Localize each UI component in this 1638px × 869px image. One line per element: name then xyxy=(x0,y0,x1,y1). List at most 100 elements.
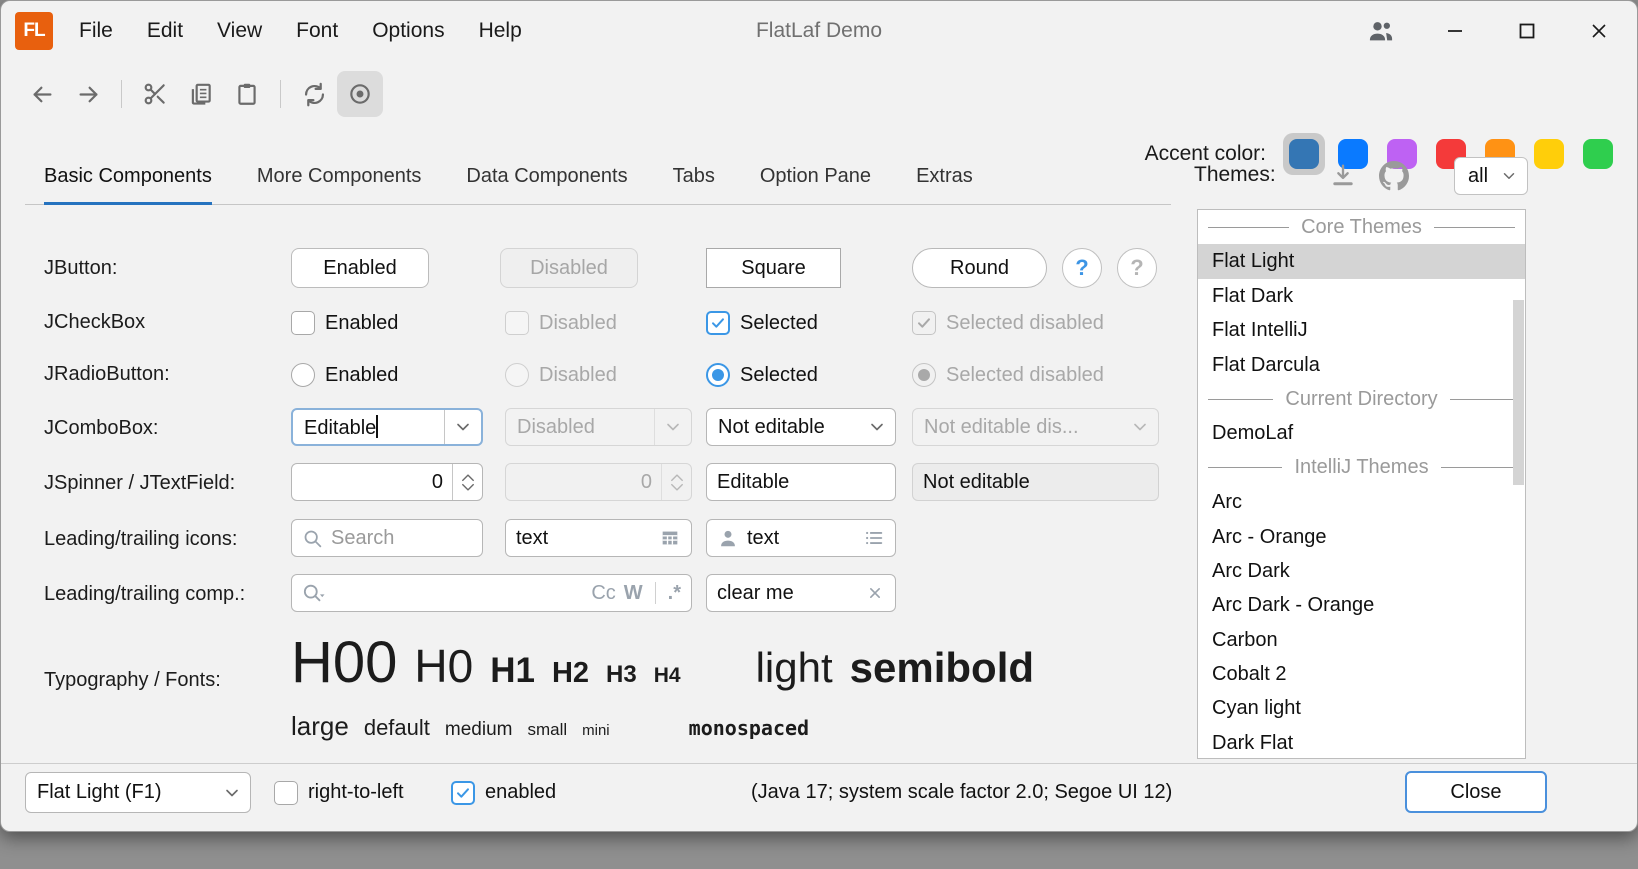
tab-extras[interactable]: Extras xyxy=(916,151,973,205)
status-text: (Java 17; system scale factor 2.0; Segoe… xyxy=(751,772,1172,813)
theme-item-arc[interactable]: Arc xyxy=(1198,485,1525,519)
checkbox-enabled[interactable]: Enabled xyxy=(291,309,398,337)
accent-swatch-green[interactable] xyxy=(1583,139,1613,169)
right-to-left-checkbox[interactable]: right-to-left xyxy=(274,772,404,813)
theme-item-flat-dark[interactable]: Flat Dark xyxy=(1198,279,1525,313)
tab-tabs[interactable]: Tabs xyxy=(673,151,715,205)
tab-basic-components[interactable]: Basic Components xyxy=(44,151,212,205)
light-weight-sample: light xyxy=(756,644,833,692)
theme-item-dark-flat[interactable]: Dark Flat xyxy=(1198,726,1525,759)
textfield-editable[interactable]: Editable xyxy=(706,463,896,501)
spinner-buttons[interactable] xyxy=(452,464,482,500)
tab-option-pane[interactable]: Option Pane xyxy=(760,151,871,205)
clearable-field[interactable]: clear me xyxy=(706,574,896,612)
laf-combobox[interactable]: Flat Light (F1) xyxy=(25,772,251,813)
paste-icon[interactable] xyxy=(224,71,270,117)
show-hover-toggle-icon[interactable] xyxy=(337,71,383,117)
match-case-toggle[interactable]: Cc xyxy=(591,582,615,605)
help-button[interactable]: ? xyxy=(1062,248,1102,288)
accent-swatch-blue-selected[interactable] xyxy=(1289,139,1319,169)
radio-icon[interactable] xyxy=(291,363,315,387)
radio-label: Selected xyxy=(740,364,818,387)
square-button[interactable]: Square xyxy=(706,248,841,288)
theme-item-cobalt-2[interactable]: Cobalt 2 xyxy=(1198,657,1525,691)
close-button[interactable]: Close xyxy=(1405,771,1547,813)
menu-item-file[interactable]: File xyxy=(79,19,113,43)
tab-data-components[interactable]: Data Components xyxy=(466,151,627,205)
menu-item-font[interactable]: Font xyxy=(296,19,338,43)
cut-icon[interactable] xyxy=(132,71,178,117)
radio-selected[interactable]: Selected xyxy=(706,361,818,389)
checkbox-checked-icon[interactable] xyxy=(451,781,475,805)
users-icon[interactable] xyxy=(1367,17,1395,45)
checkbox-icon[interactable] xyxy=(274,781,298,805)
list-icon[interactable] xyxy=(863,527,885,549)
download-icon[interactable] xyxy=(1329,161,1357,189)
textfield-with-table-icon[interactable]: text xyxy=(505,519,692,557)
checkbox-label: Disabled xyxy=(539,312,617,335)
chevron-down-icon xyxy=(1121,409,1158,445)
themes-filter-combobox[interactable]: all xyxy=(1454,157,1528,195)
theme-item-flat-light[interactable]: Flat Light xyxy=(1198,244,1525,278)
tab-more-components[interactable]: More Components xyxy=(257,151,422,205)
chevron-down-icon[interactable] xyxy=(213,773,250,812)
minimize-icon[interactable] xyxy=(1443,19,1467,43)
radio-enabled[interactable]: Enabled xyxy=(291,361,398,389)
theme-item-arc-orange[interactable]: Arc - Orange xyxy=(1198,520,1525,554)
back-icon[interactable] xyxy=(19,71,65,117)
checkbox-checked-icon[interactable] xyxy=(706,311,730,335)
textfield-with-person-icon[interactable]: text xyxy=(706,519,896,557)
spinner[interactable]: 0 xyxy=(291,463,483,501)
combobox-editable[interactable]: Editable xyxy=(291,408,483,446)
search-placeholder: Search xyxy=(331,527,394,550)
regex-toggle[interactable]: .* xyxy=(668,582,681,605)
theme-group-label: Current Directory xyxy=(1285,388,1437,411)
checkbox-icon[interactable] xyxy=(291,311,315,335)
menu-bar: File Edit View Font Options Help xyxy=(79,1,522,61)
enabled-button[interactable]: Enabled xyxy=(291,248,429,288)
menu-item-help[interactable]: Help xyxy=(479,19,522,43)
combobox-editable-value[interactable]: Editable xyxy=(293,415,444,440)
themes-label: Themes: xyxy=(1194,163,1276,187)
maximize-icon[interactable] xyxy=(1515,19,1539,43)
theme-item-arc-dark[interactable]: Arc Dark xyxy=(1198,554,1525,588)
accent-swatch-yellow[interactable] xyxy=(1534,139,1564,169)
spinner-value[interactable]: 0 xyxy=(292,471,452,494)
refresh-icon[interactable] xyxy=(291,71,337,117)
combobox-not-editable[interactable]: Not editable xyxy=(706,408,896,446)
theme-item-flat-darcula[interactable]: Flat Darcula xyxy=(1198,348,1525,382)
close-icon[interactable] xyxy=(1587,19,1611,43)
h2-sample: H2 xyxy=(552,657,589,690)
table-icon[interactable] xyxy=(659,527,681,549)
copy-icon[interactable] xyxy=(178,71,224,117)
menu-item-view[interactable]: View xyxy=(217,19,262,43)
scrollbar-thumb[interactable] xyxy=(1513,300,1524,485)
enabled-checkbox[interactable]: enabled xyxy=(451,772,556,813)
github-icon[interactable] xyxy=(1379,161,1409,191)
checkbox-selected[interactable]: Selected xyxy=(706,309,818,337)
toolbar-separator xyxy=(121,80,122,108)
theme-item-flat-intellij[interactable]: Flat IntelliJ xyxy=(1198,313,1525,347)
chevron-down-icon[interactable] xyxy=(858,409,895,445)
clear-icon[interactable] xyxy=(865,583,885,603)
radio-selected-icon[interactable] xyxy=(706,363,730,387)
search-field[interactable]: Search xyxy=(291,519,483,557)
theme-item-demolaf[interactable]: DemoLaf xyxy=(1198,416,1525,450)
search-with-history-icon[interactable] xyxy=(302,582,326,604)
textfield-not-editable: Not editable xyxy=(912,463,1159,501)
radio-icon xyxy=(505,363,529,387)
menu-item-edit[interactable]: Edit xyxy=(147,19,183,43)
forward-icon[interactable] xyxy=(65,71,111,117)
search-field-with-options[interactable]: Cc W .* xyxy=(291,574,692,612)
theme-group-label: Core Themes xyxy=(1301,216,1422,239)
theme-item-cyan-light[interactable]: Cyan light xyxy=(1198,691,1525,725)
menu-item-options[interactable]: Options xyxy=(372,19,444,43)
theme-item-carbon[interactable]: Carbon xyxy=(1198,623,1525,657)
chevron-up-icon xyxy=(461,473,475,482)
round-button[interactable]: Round xyxy=(912,248,1047,288)
checkbox-label: enabled xyxy=(485,781,556,804)
theme-item-arc-dark-orange[interactable]: Arc Dark - Orange xyxy=(1198,588,1525,622)
chevron-down-icon xyxy=(670,483,684,492)
whole-word-toggle[interactable]: W xyxy=(624,582,643,605)
chevron-down-icon[interactable] xyxy=(444,410,481,444)
